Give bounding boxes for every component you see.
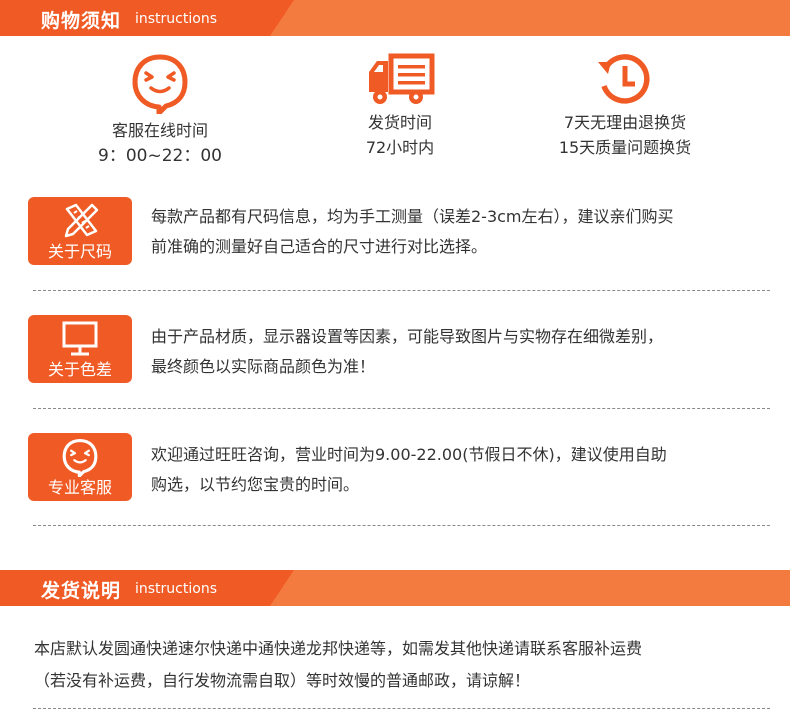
- section-title: 发货说明: [41, 580, 122, 602]
- text-line: 由于产品材质，显示器设置等因素，可能导致图片与实物存在细微差别，: [151, 327, 664, 346]
- feature-title: 发货时间: [367, 113, 432, 132]
- color-difference-text: 由于产品材质，显示器设置等因素，可能导致图片与实物存在细微差别， 最终颜色以实际…: [151, 322, 663, 382]
- badge-label: 关于色差: [47, 360, 112, 379]
- pencil-ruler-icon: [64, 203, 99, 238]
- text-line: 购选，以节约您宝贵的时间。: [151, 475, 360, 494]
- text-line: （若没有补运费，自行发物流需自取）等时效慢的普通邮政，请谅解！: [34, 671, 531, 690]
- feature-detail: 72小时内: [365, 138, 435, 157]
- badge-label: 关于尺码: [47, 242, 112, 261]
- divider: [33, 525, 770, 526]
- section-header-shipping-info: 发货说明 instructions: [0, 570, 790, 606]
- return-clock-icon: [598, 54, 650, 104]
- shipping-text: 本店默认发圆通快递速尔快递中通快递龙邦快递等，如需发其他快递请联系客服补运费 （…: [34, 633, 642, 697]
- feature-shipping-time: 发货时间 72小时内: [320, 52, 480, 159]
- customer-service-text: 欢迎通过旺旺咨询，营业时间为9.00-22.00(节假日不休)，建议使用自助 购…: [151, 440, 667, 500]
- section-header-shopping-notice: 购物须知 instructions: [0, 0, 790, 36]
- section-subtitle: instructions: [135, 11, 217, 27]
- text-line: 欢迎通过旺旺咨询，营业时间为9.00-22.00(节假日不休)，建议使用自助: [151, 445, 667, 464]
- size-info-text: 每款产品都有尺码信息，均为手工测量（误差2-3cm左右），建议亲们购买 前准确的…: [151, 202, 674, 262]
- divider: [33, 408, 770, 409]
- section-title: 购物须知: [41, 10, 122, 32]
- feature-returns-policy: 7天无理由退换货 15天质量问题换货: [545, 52, 705, 159]
- feature-title: 客服在线时间: [111, 121, 208, 140]
- text-line: 前准确的测量好自己适合的尺寸进行对比选择。: [151, 237, 488, 256]
- feature-detail: 9：00~22：00: [98, 146, 222, 166]
- delivery-truck-icon: [369, 53, 435, 104]
- feature-detail: 15天质量问题换货: [558, 138, 692, 157]
- divider: [33, 708, 770, 709]
- section-subtitle: instructions: [135, 581, 217, 597]
- text-line: 本店默认发圆通快递速尔快递中通快递龙邦快递等，如需发其他快递请联系客服补运费: [34, 639, 643, 658]
- divider: [33, 290, 770, 291]
- chat-bubble-icon: [132, 54, 188, 114]
- feature-title: 7天无理由退换货: [563, 113, 687, 132]
- badge-size-info: 关于尺码: [28, 197, 132, 265]
- badge-label: 专业客服: [47, 478, 112, 497]
- text-line: 最终颜色以实际商品颜色为准！: [151, 357, 376, 376]
- monitor-icon: [62, 321, 98, 356]
- text-line: 每款产品都有尺码信息，均为手工测量（误差2-3cm左右），建议亲们购买: [151, 207, 674, 226]
- badge-customer-service: 专业客服: [28, 433, 132, 501]
- feature-customer-service-hours: 客服在线时间 9：00~22：00: [80, 52, 240, 167]
- chat-bubble-icon: [62, 438, 98, 477]
- badge-color-difference: 关于色差: [28, 315, 132, 383]
